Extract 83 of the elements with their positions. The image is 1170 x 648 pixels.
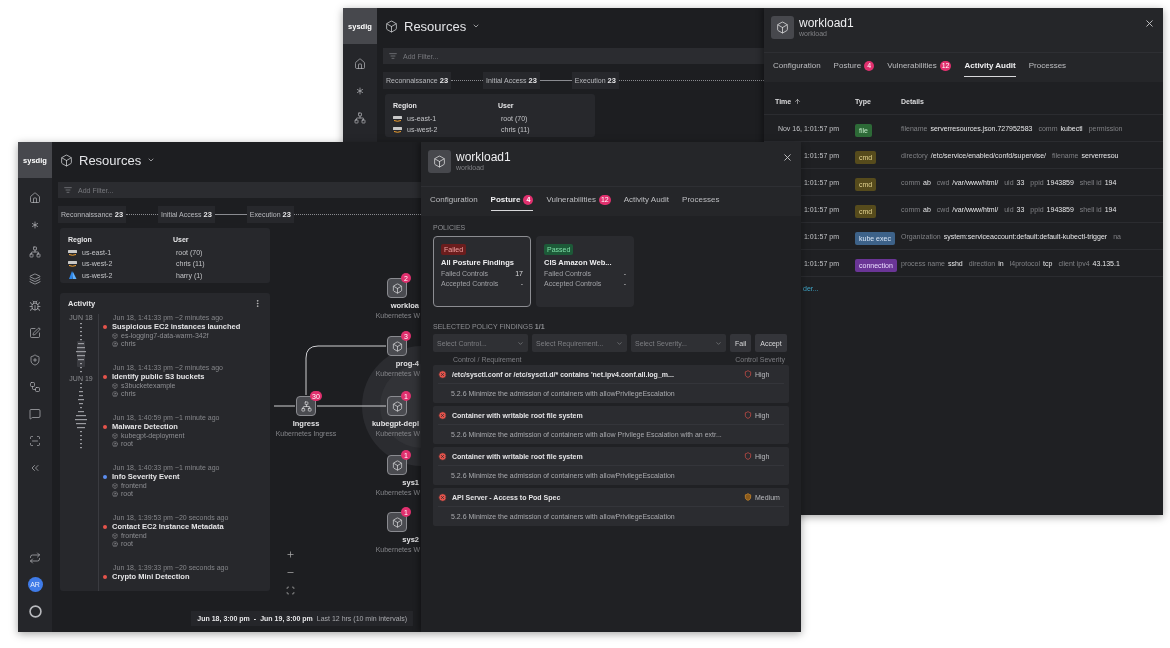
sort-arrow-icon xyxy=(794,97,802,105)
tab[interactable]: Activity Audit xyxy=(623,193,670,211)
failed-icon xyxy=(438,451,447,461)
nav-icon[interactable] xyxy=(354,112,366,124)
nav-icon[interactable] xyxy=(29,300,41,312)
user-icon xyxy=(112,440,118,447)
close-button[interactable] xyxy=(1144,18,1155,29)
fit-icon xyxy=(286,586,295,595)
status-circle-icon[interactable] xyxy=(28,605,42,618)
nav-icon[interactable] xyxy=(354,85,366,97)
node-tile[interactable] xyxy=(387,512,407,532)
switch-icon[interactable] xyxy=(29,552,41,564)
panel-title: workload1 xyxy=(799,16,854,30)
cube-icon xyxy=(391,400,403,412)
severity-icon xyxy=(744,411,752,419)
network-icon xyxy=(300,400,312,412)
cube-icon xyxy=(391,459,403,471)
nav-icon[interactable] xyxy=(29,354,41,366)
node-tile[interactable] xyxy=(387,336,407,356)
caret-icon xyxy=(517,339,524,347)
close-icon xyxy=(782,152,793,163)
nav-icon[interactable] xyxy=(29,327,41,339)
cube-icon xyxy=(776,21,789,34)
failed-icon xyxy=(438,369,447,379)
nav-icon[interactable] xyxy=(29,273,41,285)
nav-icon[interactable] xyxy=(354,58,366,70)
tab[interactable]: Configuration xyxy=(773,59,821,77)
nav-icon[interactable] xyxy=(29,246,41,258)
caret-icon[interactable] xyxy=(147,156,156,164)
aws-icon xyxy=(393,115,402,122)
plus-icon xyxy=(286,550,295,559)
severity-icon xyxy=(744,493,752,501)
cube-icon xyxy=(112,482,118,489)
panel-title: workload1 xyxy=(456,150,511,164)
cube-icon xyxy=(391,282,403,294)
nav-icon[interactable] xyxy=(29,192,41,204)
cube-icon xyxy=(112,332,118,339)
edge-line xyxy=(273,405,296,407)
node-tile[interactable] xyxy=(387,396,407,416)
azure-icon xyxy=(68,271,77,279)
tab[interactable]: Configuration xyxy=(430,193,478,211)
cube-icon xyxy=(112,532,118,539)
nav-icon[interactable] xyxy=(29,435,41,447)
zoom-in-button[interactable] xyxy=(286,550,295,559)
cube-icon xyxy=(433,155,446,168)
failed-icon xyxy=(438,492,447,502)
caret-icon xyxy=(715,339,722,347)
user-icon xyxy=(112,540,118,547)
nav-icon[interactable] xyxy=(29,219,41,231)
aws-icon xyxy=(68,249,77,256)
fit-view-button[interactable] xyxy=(286,586,295,595)
node-tile[interactable] xyxy=(387,455,407,475)
failed-icon xyxy=(438,410,447,420)
filter-icon xyxy=(64,186,72,194)
cube-icon xyxy=(112,382,118,389)
tab[interactable]: Processes xyxy=(682,193,720,211)
nav-icon[interactable] xyxy=(29,408,41,420)
cube-icon xyxy=(391,516,403,528)
cube-icon xyxy=(391,340,403,352)
close-icon xyxy=(1144,18,1155,29)
user-icon xyxy=(112,490,118,497)
more-icon[interactable] xyxy=(253,299,262,308)
tab[interactable]: Processes xyxy=(1028,59,1067,77)
close-button[interactable] xyxy=(782,152,793,163)
cube-icon xyxy=(112,432,118,439)
edge-line xyxy=(316,405,387,407)
page-title: Resources xyxy=(79,152,142,168)
user-icon xyxy=(112,390,118,397)
tab[interactable]: Activity Audit xyxy=(964,59,1016,77)
severity-icon xyxy=(744,452,752,460)
caret-icon[interactable] xyxy=(472,22,481,30)
page-title: Resources xyxy=(404,18,467,34)
severity-icon xyxy=(744,370,752,378)
nav-icon[interactable] xyxy=(29,381,41,393)
nav-icon[interactable] xyxy=(29,462,41,474)
node-tile[interactable] xyxy=(387,278,407,298)
cube-icon xyxy=(60,153,73,167)
aws-icon xyxy=(68,260,77,267)
aws-icon xyxy=(393,126,402,133)
caret-icon xyxy=(616,339,623,347)
user-icon xyxy=(112,340,118,347)
filter-icon xyxy=(389,52,397,60)
cube-icon xyxy=(385,19,398,33)
